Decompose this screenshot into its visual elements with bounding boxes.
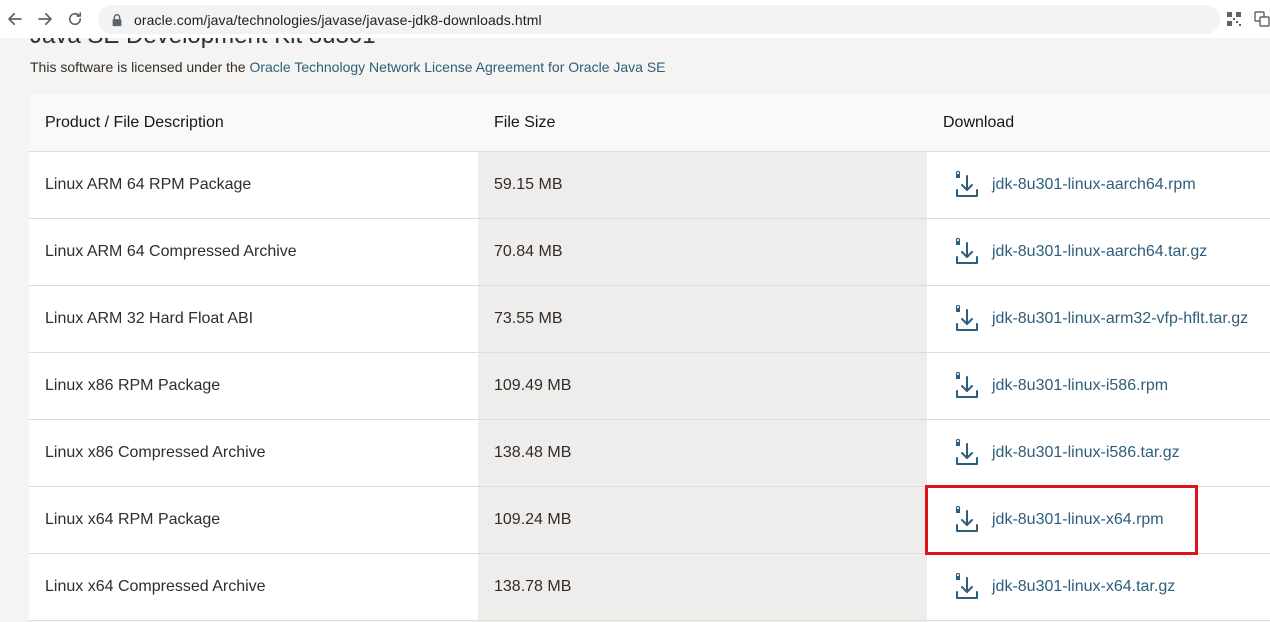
back-button[interactable] bbox=[0, 4, 30, 34]
row-description: Linux x86 RPM Package bbox=[29, 353, 478, 419]
download-icon bbox=[953, 506, 981, 534]
row-description: Linux x64 Compressed Archive bbox=[29, 554, 478, 620]
download-link[interactable]: jdk-8u301-linux-arm32-vfp-hflt.tar.gz bbox=[953, 305, 1248, 333]
row-description: Linux x86 Compressed Archive bbox=[29, 420, 478, 486]
reload-icon bbox=[68, 12, 82, 26]
download-filename: jdk-8u301-linux-aarch64.tar.gz bbox=[992, 243, 1208, 260]
address-bar[interactable]: oracle.com/java/technologies/javase/java… bbox=[98, 5, 1220, 34]
row-file-size: 109.49 MB bbox=[478, 353, 927, 419]
license-prefix: This software is licensed under the bbox=[30, 59, 250, 75]
table-row: Linux ARM 32 Hard Float ABI 73.55 MB jdk… bbox=[29, 286, 1270, 353]
row-description: Linux ARM 32 Hard Float ABI bbox=[29, 286, 478, 352]
row-download-cell: jdk-8u301-linux-aarch64.rpm bbox=[927, 152, 1270, 218]
browser-toolbar: oracle.com/java/technologies/javase/java… bbox=[0, 0, 1270, 38]
row-download-cell: jdk-8u301-linux-x64.rpm bbox=[927, 487, 1270, 553]
row-file-size: 70.84 MB bbox=[478, 219, 927, 285]
translate-icon[interactable] bbox=[1254, 11, 1270, 27]
table-row: Linux x64 Compressed Archive 138.78 MB j… bbox=[29, 554, 1270, 621]
download-icon bbox=[953, 305, 981, 333]
download-filename: jdk-8u301-linux-aarch64.rpm bbox=[992, 176, 1196, 193]
row-file-size: 59.15 MB bbox=[478, 152, 927, 218]
row-description: Linux ARM 64 RPM Package bbox=[29, 152, 478, 218]
download-icon bbox=[953, 171, 981, 199]
download-icon bbox=[953, 238, 981, 266]
download-filename: jdk-8u301-linux-i586.tar.gz bbox=[992, 444, 1180, 461]
row-download-cell: jdk-8u301-linux-x64.tar.gz bbox=[927, 554, 1270, 620]
header-download: Download bbox=[927, 94, 1270, 151]
table-row: Linux x86 Compressed Archive 138.48 MB j… bbox=[29, 420, 1270, 487]
table-row: Linux x86 RPM Package 109.49 MB jdk-8u30… bbox=[29, 353, 1270, 420]
download-link[interactable]: jdk-8u301-linux-aarch64.rpm bbox=[953, 171, 1196, 199]
row-file-size: 138.48 MB bbox=[478, 420, 927, 486]
table-row: Linux ARM 64 Compressed Archive 70.84 MB… bbox=[29, 219, 1270, 286]
header-description: Product / File Description bbox=[29, 94, 478, 151]
header-file-size: File Size bbox=[478, 94, 927, 151]
download-link[interactable]: jdk-8u301-linux-i586.rpm bbox=[953, 372, 1168, 400]
download-icon bbox=[953, 372, 981, 400]
download-link[interactable]: jdk-8u301-linux-x64.rpm bbox=[953, 506, 1164, 534]
page-title: Java SE Development Kit 8u301 bbox=[30, 38, 376, 50]
download-icon bbox=[953, 439, 981, 467]
back-arrow-icon bbox=[8, 12, 22, 26]
forward-button[interactable] bbox=[30, 4, 60, 34]
download-filename: jdk-8u301-linux-x64.rpm bbox=[992, 511, 1164, 528]
row-download-cell: jdk-8u301-linux-aarch64.tar.gz bbox=[927, 219, 1270, 285]
qr-code-icon[interactable] bbox=[1226, 11, 1242, 27]
table-header-row: Product / File Description File Size Dow… bbox=[29, 94, 1270, 152]
download-filename: jdk-8u301-linux-x64.tar.gz bbox=[992, 578, 1176, 595]
download-filename: jdk-8u301-linux-i586.rpm bbox=[992, 377, 1169, 394]
download-link[interactable]: jdk-8u301-linux-i586.tar.gz bbox=[953, 439, 1180, 467]
row-description: Linux x64 RPM Package bbox=[29, 487, 478, 553]
row-file-size: 73.55 MB bbox=[478, 286, 927, 352]
lock-icon bbox=[110, 13, 124, 27]
row-download-cell: jdk-8u301-linux-arm32-vfp-hflt.tar.gz bbox=[927, 286, 1270, 352]
reload-button[interactable] bbox=[60, 4, 90, 34]
row-file-size: 109.24 MB bbox=[478, 487, 927, 553]
row-description: Linux ARM 64 Compressed Archive bbox=[29, 219, 478, 285]
row-download-cell: jdk-8u301-linux-i586.rpm bbox=[927, 353, 1270, 419]
download-link[interactable]: jdk-8u301-linux-aarch64.tar.gz bbox=[953, 238, 1207, 266]
table-row: Linux ARM 64 RPM Package 59.15 MB jdk-8u… bbox=[29, 152, 1270, 219]
row-download-cell: jdk-8u301-linux-i586.tar.gz bbox=[927, 420, 1270, 486]
download-filename: jdk-8u301-linux-arm32-vfp-hflt.tar.gz bbox=[992, 310, 1249, 327]
url-text: oracle.com/java/technologies/javase/java… bbox=[134, 11, 542, 28]
table-row: Linux x64 RPM Package 109.24 MB jdk-8u30… bbox=[29, 487, 1270, 554]
forward-arrow-icon bbox=[38, 12, 52, 26]
page-content: Java SE Development Kit 8u301 This softw… bbox=[0, 38, 1270, 622]
row-file-size: 138.78 MB bbox=[478, 554, 927, 620]
license-link[interactable]: Oracle Technology Network License Agreem… bbox=[249, 59, 665, 75]
download-link[interactable]: jdk-8u301-linux-x64.tar.gz bbox=[953, 573, 1175, 601]
downloads-table: Product / File Description File Size Dow… bbox=[29, 94, 1270, 621]
license-line: This software is licensed under the Orac… bbox=[30, 59, 666, 75]
download-icon bbox=[953, 573, 981, 601]
